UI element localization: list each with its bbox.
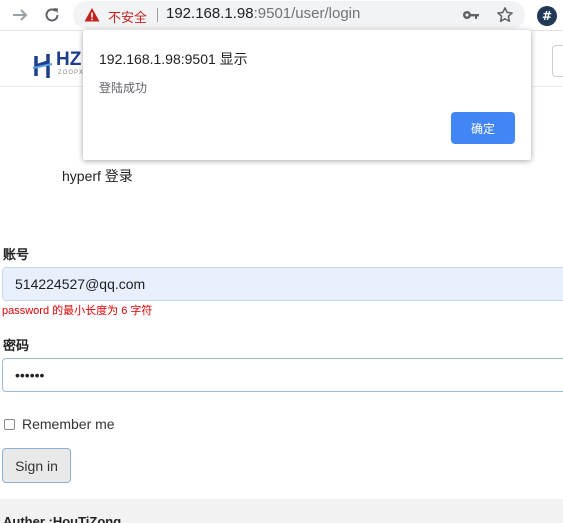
password-label: 密码	[3, 338, 30, 353]
sign-in-button[interactable]: Sign in	[2, 448, 71, 483]
password-input[interactable]: ••••••	[2, 358, 563, 392]
navbar-toggle-button[interactable]	[552, 45, 563, 77]
dialog-title: 192.168.1.98:9501 显示	[99, 51, 248, 67]
address-separator	[157, 8, 158, 22]
logo-text: HZ	[56, 49, 82, 70]
forward-icon[interactable]	[9, 4, 31, 26]
dialog-message: 登陆成功	[99, 81, 148, 95]
logo-mark-icon	[32, 54, 53, 78]
page-title: hyperf 登录	[62, 168, 133, 184]
page-footer: Auther :HouTiZong	[0, 499, 563, 523]
dialog-ok-button[interactable]: 确定	[451, 112, 515, 144]
password-error-message: password 的最小长度为 6 字符	[2, 305, 153, 317]
security-status[interactable]: 不安全	[108, 7, 147, 26]
footer-author-text: Auther :HouTiZong	[3, 514, 122, 523]
account-label: 账号	[3, 247, 30, 262]
alert-dialog: 192.168.1.98:9501 显示 登陆成功 确定	[83, 30, 531, 160]
warning-icon[interactable]	[84, 7, 100, 23]
extension-icon[interactable]: #	[537, 6, 557, 26]
browser-toolbar: 不安全 192.168.1.98:9501/user/login #	[0, 0, 563, 31]
address-bar[interactable]: 不安全 192.168.1.98:9501/user/login	[73, 1, 525, 29]
key-icon[interactable]	[462, 8, 480, 22]
account-input[interactable]: 514224527@qq.com	[2, 267, 563, 301]
logo-subtext: ZOOPX	[58, 70, 85, 76]
url-text[interactable]: 192.168.1.98:9501/user/login	[166, 5, 360, 22]
remember-me-label[interactable]: Remember me	[22, 416, 115, 432]
remember-me-checkbox[interactable]	[4, 419, 15, 430]
bookmark-star-icon[interactable]	[496, 6, 514, 24]
url-path: :9501/user/login	[253, 5, 361, 22]
url-host: 192.168.1.98	[166, 5, 254, 22]
reload-icon[interactable]	[41, 4, 63, 26]
